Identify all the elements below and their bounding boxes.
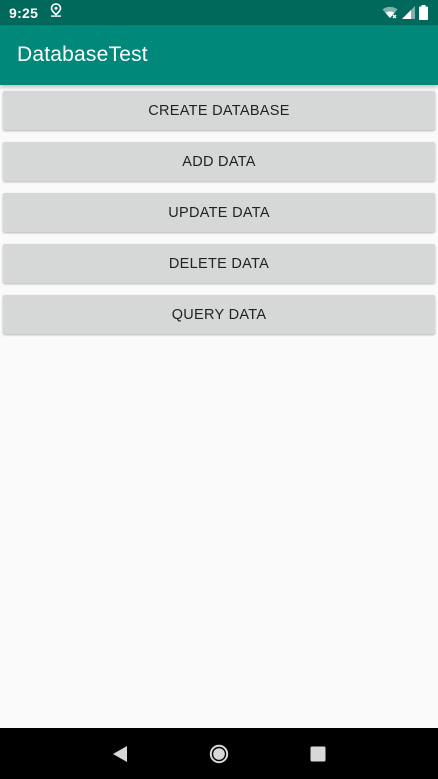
- main-content: CREATE DATABASE ADD DATA UPDATE DATA DEL…: [0, 85, 438, 728]
- back-icon[interactable]: [100, 734, 140, 774]
- create-database-button[interactable]: CREATE DATABASE: [3, 91, 435, 130]
- query-data-button[interactable]: QUERY DATA: [3, 295, 435, 334]
- recents-icon[interactable]: [298, 734, 338, 774]
- signal-icon: [402, 6, 415, 19]
- status-bar: 9:25: [0, 0, 438, 25]
- update-data-button[interactable]: UPDATE DATA: [3, 193, 435, 232]
- delete-data-button[interactable]: DELETE DATA: [3, 244, 435, 283]
- battery-icon: [419, 5, 428, 20]
- location-icon: [50, 3, 62, 22]
- status-time: 9:25: [9, 4, 39, 21]
- add-data-button[interactable]: ADD DATA: [3, 142, 435, 181]
- app-title: DatabaseTest: [17, 43, 148, 66]
- navigation-bar: [0, 728, 438, 779]
- home-icon[interactable]: [199, 734, 239, 774]
- wifi-icon: [382, 6, 398, 19]
- app-bar: DatabaseTest: [0, 25, 438, 85]
